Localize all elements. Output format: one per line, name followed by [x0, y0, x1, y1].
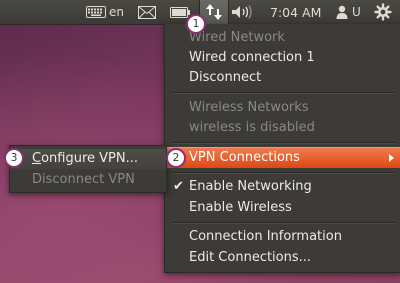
user-icon[interactable]	[336, 0, 348, 24]
keyboard-icon[interactable]	[86, 0, 106, 24]
menu-item-disconnect-vpn: Disconnect VPN	[32, 172, 135, 187]
wireless-networks-header: Wireless Networks	[189, 100, 309, 115]
volume-icon[interactable]	[231, 0, 253, 24]
configure-vpn-mnemonic: C	[32, 151, 42, 166]
menu-item-wired-connection[interactable]: Wired connection 1	[189, 48, 315, 68]
menu-item-vpn-connections[interactable]: VPN Connections	[166, 147, 400, 168]
menu-item-configure-vpn[interactable]: Configure VPN...	[10, 149, 166, 169]
menu-item-connection-information[interactable]: Connection Information	[189, 227, 342, 247]
gear-icon[interactable]	[374, 0, 392, 24]
configure-vpn-label: Configure VPN...	[32, 149, 138, 169]
menu-separator	[171, 172, 395, 174]
callout-1: 1	[186, 14, 206, 34]
clock[interactable]: 7:04 AM	[270, 0, 321, 24]
menu-item-enable-networking[interactable]: Enable Networking	[189, 177, 312, 197]
vpn-connections-label: VPN Connections	[189, 150, 300, 165]
network-menu: Wired Network Wired connection 1 Disconn…	[164, 24, 400, 273]
callout-3: 3	[4, 148, 24, 168]
wireless-status: wireless is disabled	[189, 120, 315, 135]
checkmark-icon: ✔	[173, 179, 184, 194]
mail-icon[interactable]	[138, 0, 156, 24]
menu-separator	[171, 92, 395, 94]
configure-vpn-label-rest: onfigure VPN...	[41, 151, 138, 166]
menu-separator	[171, 142, 395, 144]
menu-item-enable-wireless[interactable]: Enable Wireless	[189, 198, 292, 218]
wired-network-header: Wired Network	[189, 30, 285, 45]
vpn-submenu: Configure VPN... Disconnect VPN	[9, 145, 167, 193]
submenu-arrow-icon	[389, 154, 394, 162]
callout-2: 2	[166, 148, 186, 168]
menu-item-disconnect[interactable]: Disconnect	[189, 68, 261, 88]
user-name[interactable]: U	[352, 0, 361, 24]
menu-separator	[171, 222, 395, 224]
menu-item-edit-connections[interactable]: Edit Connections...	[189, 248, 311, 268]
keyboard-layout-label[interactable]: en	[109, 0, 124, 24]
